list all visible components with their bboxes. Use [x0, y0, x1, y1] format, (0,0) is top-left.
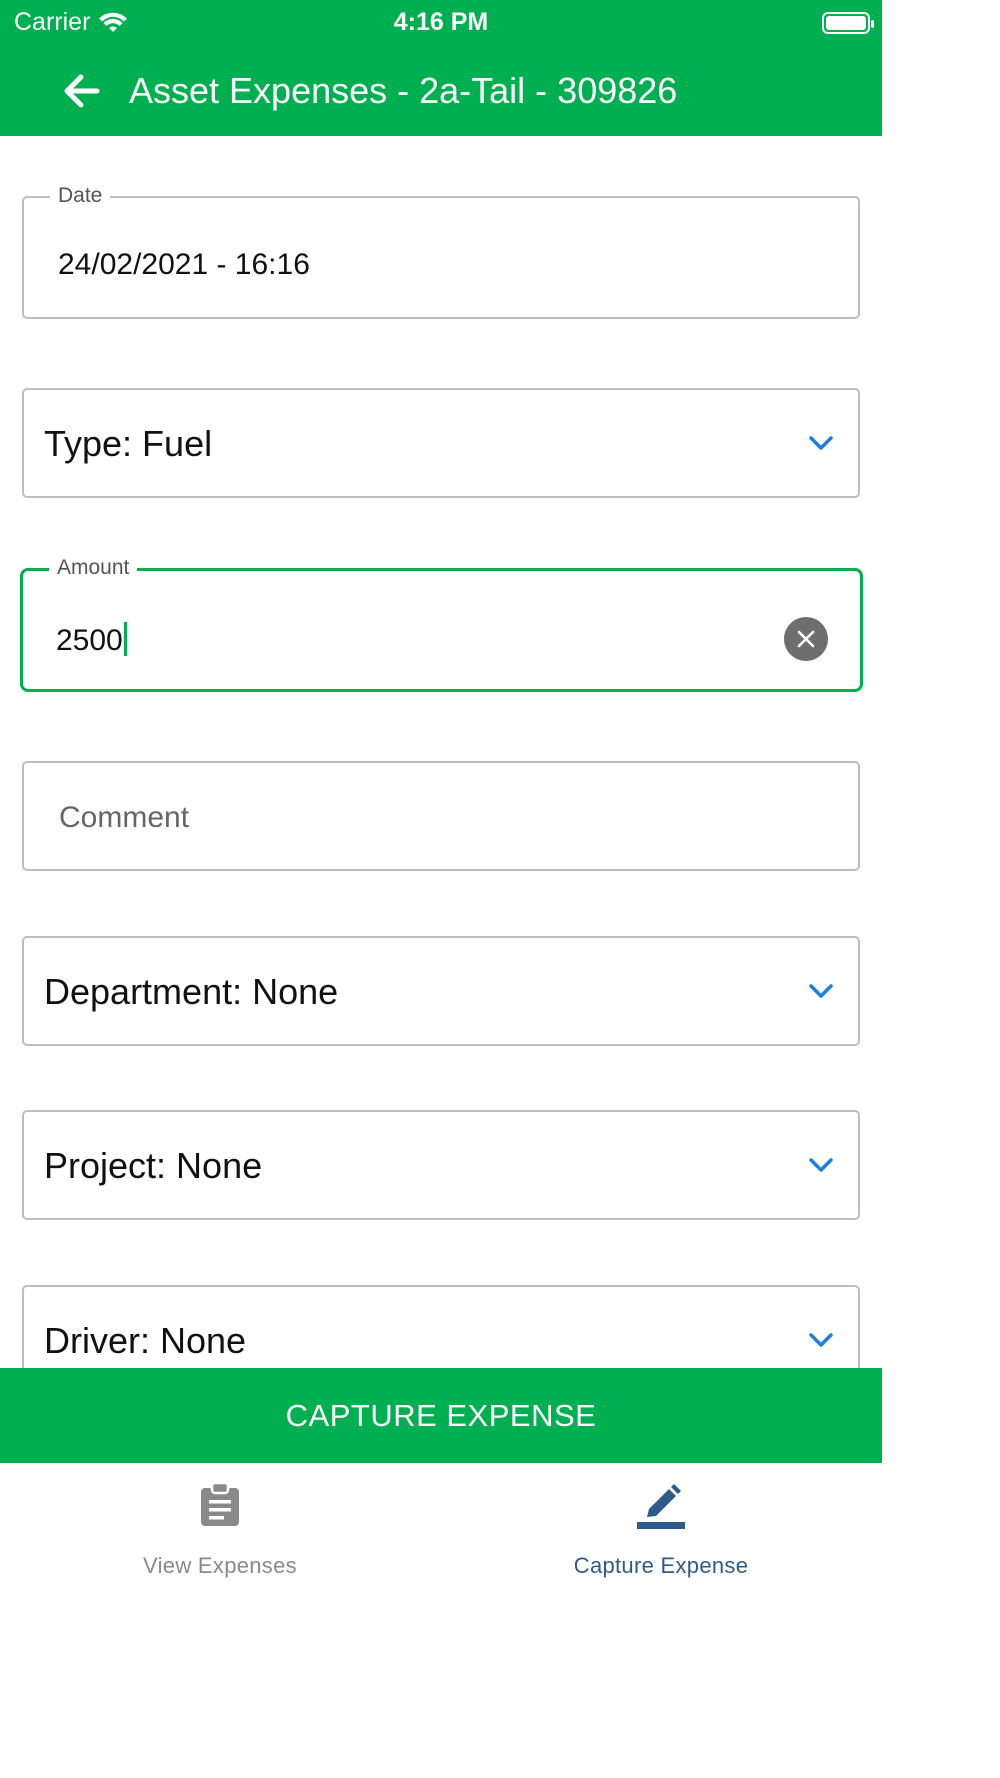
pencil-icon: [637, 1484, 685, 1529]
chevron-down-icon: [804, 1148, 838, 1182]
amount-value: 2500: [56, 622, 127, 658]
department-select-label: Department: None: [44, 971, 339, 1012]
date-value: 24/02/2021 - 16:16: [58, 248, 310, 281]
battery-icon: [822, 12, 874, 34]
amount-label: Amount: [49, 555, 138, 581]
app-header: Carrier 4:16 PM Asset Expenses - 2a-Tail…: [0, 0, 882, 136]
comment-placeholder: Comment: [59, 801, 190, 834]
text-cursor: [123, 622, 127, 656]
tab-view-expenses[interactable]: View Expenses: [70, 1477, 370, 1579]
department-select[interactable]: Department: None: [22, 936, 860, 1046]
date-field[interactable]: Date 24/02/2021 - 16:16: [22, 183, 860, 319]
close-icon: [797, 630, 815, 648]
page-title: Asset Expenses - 2a-Tail - 309826: [129, 70, 678, 111]
tab-view-expenses-label: View Expenses: [143, 1553, 297, 1578]
type-select[interactable]: Type: Fuel: [22, 388, 860, 498]
status-time: 4:16 PM: [393, 8, 489, 36]
date-label: Date: [50, 183, 111, 209]
clear-amount-button[interactable]: [784, 617, 828, 661]
app-screen: Carrier 4:16 PM Asset Expenses - 2a-Tail…: [0, 0, 882, 1778]
chevron-down-icon: [804, 426, 838, 460]
back-button[interactable]: [58, 68, 104, 114]
tab-bar: View Expenses Capture Expense: [0, 1463, 882, 1778]
amount-field[interactable]: Amount 2500: [20, 555, 863, 692]
comment-field[interactable]: Comment: [22, 761, 860, 871]
capture-expense-button[interactable]: CAPTURE EXPENSE: [0, 1368, 882, 1463]
project-select-label: Project: None: [44, 1145, 263, 1186]
project-select[interactable]: Project: None: [22, 1110, 860, 1220]
arrow-left-icon: [64, 74, 100, 108]
tab-capture-expense-label: Capture Expense: [573, 1553, 749, 1578]
tab-capture-expense[interactable]: Capture Expense: [511, 1477, 811, 1579]
chevron-down-icon: [804, 974, 838, 1008]
chevron-down-icon: [804, 1323, 838, 1357]
type-select-label: Type: Fuel: [44, 423, 213, 464]
clipboard-icon: [201, 1482, 239, 1526]
amount-value-text: 2500: [56, 624, 123, 657]
driver-select-label: Driver: None: [44, 1320, 247, 1361]
